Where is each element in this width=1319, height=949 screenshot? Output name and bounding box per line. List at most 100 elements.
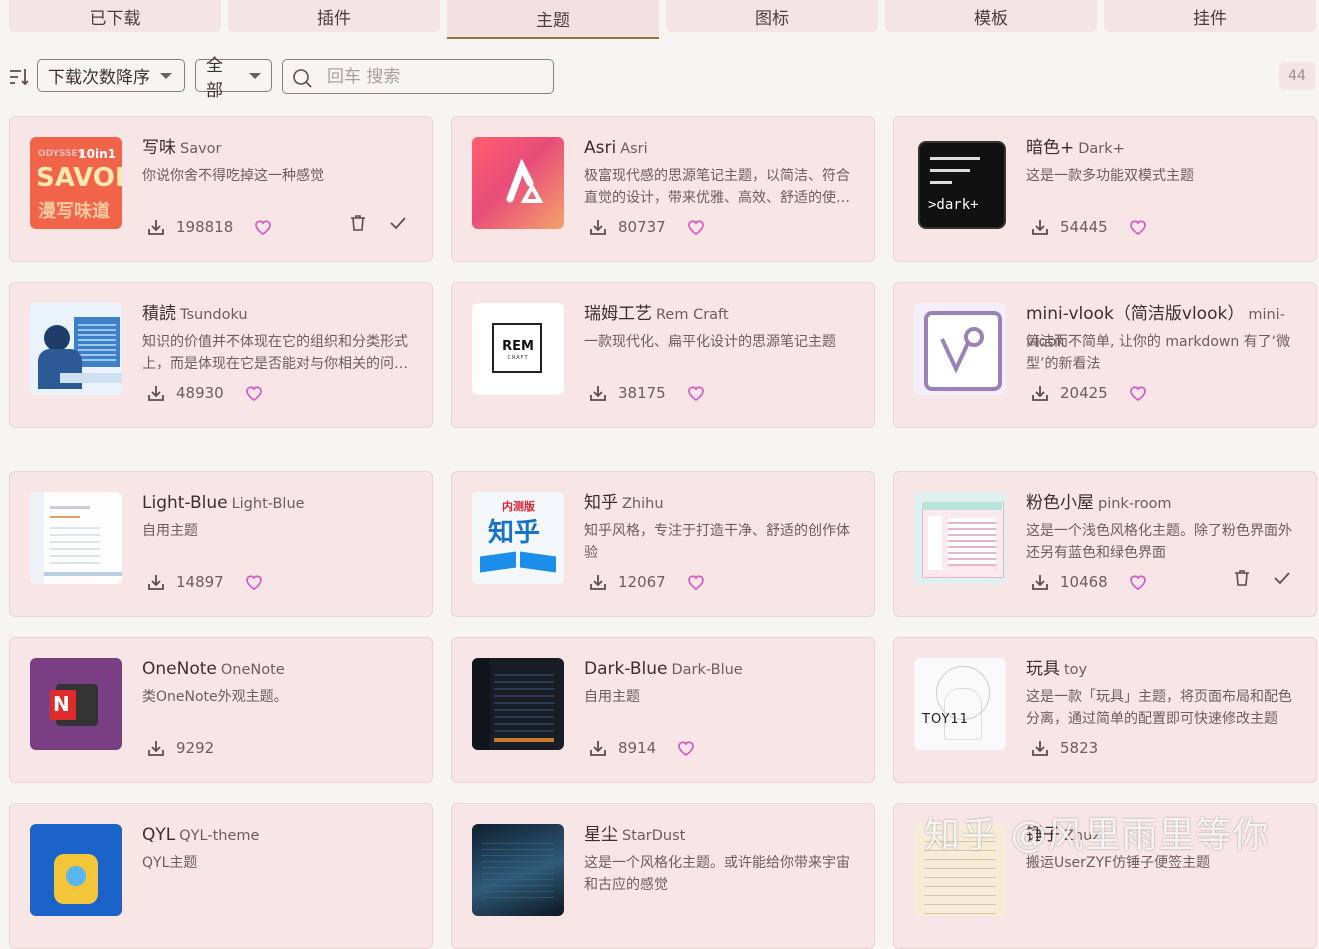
theme-meta: 48930 [146,381,264,405]
theme-meta: 54445 [1030,215,1148,239]
download-icon [146,383,166,403]
theme-card[interactable]: TOY11 玩具 toy 这是一款「玩具」主题，将页面布局和配色分离，通过简单的配置即… [893,637,1317,783]
theme-subtitle: Dark+ [1078,141,1125,157]
theme-name: 粉色小屋 [1026,493,1094,513]
theme-card[interactable]: 星尘 StarDust 这是一个风格化主题。或许能给你带来宇宙和古应的感觉 [451,803,875,949]
theme-thumbnail [914,303,1006,395]
theme-description: 自用主题 [584,689,640,705]
download-count: 8914 [618,739,657,757]
heart-icon[interactable] [1128,383,1148,403]
theme-title: 積読 Tsundoku [142,301,418,328]
heart-icon[interactable] [244,383,264,403]
download-icon [1030,738,1050,758]
heart-icon[interactable] [1128,217,1148,237]
filter-select-value: 全部 [206,55,223,101]
theme-meta: 12067 [588,570,706,594]
theme-thumbnail [30,492,122,584]
theme-title: 玩具 toy [1026,656,1302,683]
tab-themes[interactable]: 主题 [447,0,659,39]
download-icon [146,738,166,758]
theme-subtitle: Rem Craft [656,307,729,323]
theme-description: 知乎风格，专注于打造干净、舒适的创作体验 [584,523,850,561]
theme-subtitle: Asri [620,141,648,157]
theme-card[interactable]: Light-Blue Light-Blue 自用主题 14897 [9,471,433,617]
theme-meta: 198818 [146,215,273,239]
tab-plugins[interactable]: 插件 [228,0,440,32]
theme-description: 这是一款多功能双模式主题 [1026,168,1194,184]
chevron-down-icon [160,72,172,79]
theme-name: QYL [142,825,176,845]
heart-icon[interactable] [686,572,706,592]
download-icon [1030,383,1050,403]
theme-name: OneNote [142,659,217,679]
theme-name: Light-Blue [142,493,228,513]
theme-card[interactable]: Asri Asri 极富现代感的思源笔记主题，以简洁、符合直觉的设计，带来优雅、高效… [451,116,875,262]
theme-description: 知识的价值并不体现在它的组织和分类形式上，而是体现在它是否能对与你相关的问题做出… [142,334,408,372]
theme-card[interactable]: Dark-Blue Dark-Blue 自用主题 8914 [451,637,875,783]
theme-description: 这是一个浅色风格化主题。除了粉色界面外还另有蓝色和绿色界面 [1026,523,1292,561]
theme-card[interactable]: 内测版 知乎 知乎 Zhihu 知乎风格，专注于打造干净、舒适的创作体验 12067 [451,471,875,617]
theme-card[interactable]: mini-vlook（简洁版vlook） mini-vlook 简洁而不简单, 让你… [893,282,1317,428]
search-icon [293,69,312,88]
sort-select[interactable]: 下载次数降序 [37,59,185,92]
theme-thumbnail [914,492,1006,584]
theme-subtitle: Dark-Blue [671,662,743,678]
download-icon [146,572,166,592]
theme-subtitle: Savor [180,141,222,157]
theme-thumbnail [30,824,122,916]
heart-icon[interactable] [244,572,264,592]
download-icon [146,217,166,237]
theme-meta: 80737 [588,215,706,239]
download-count: 20425 [1060,384,1108,402]
theme-subtitle: Light-Blue [231,496,305,512]
sort-icon[interactable] [8,66,30,88]
heart-icon[interactable] [676,738,696,758]
theme-card[interactable]: REM CRAFT 瑞姆工艺 Rem Craft 一款现代化、扁平化设计的思源笔记主题 3… [451,282,875,428]
theme-description: 一款现代化、扁平化设计的思源笔记主题 [584,334,836,350]
heart-icon[interactable] [1128,572,1148,592]
theme-meta: 9292 [146,736,214,760]
download-icon [588,572,608,592]
search-box [282,59,554,94]
theme-title: Dark-Blue Dark-Blue [584,656,860,683]
theme-thumbnail: N [30,658,122,750]
theme-card[interactable]: QYL QYL-theme QYL主题 [9,803,433,949]
download-count: 80737 [618,218,666,236]
theme-title: OneNote OneNote [142,656,418,683]
download-count: 48930 [176,384,224,402]
theme-description: QYL主题 [142,855,198,871]
theme-title: 写味 Savor [142,135,418,162]
theme-title: 知乎 Zhihu [584,490,860,517]
theme-description: 简洁而不简单, 让你的 markdown 有了‘微型’的新看法 [1026,334,1291,372]
theme-meta: 38175 [588,381,706,405]
theme-meta: 20425 [1030,381,1148,405]
theme-meta: 5823 [1030,736,1098,760]
tab-templates[interactable]: 模板 [885,0,1097,32]
theme-card[interactable]: N OneNote OneNote 类OneNote外观主题。 9292 [9,637,433,783]
trash-icon[interactable] [1232,568,1252,592]
search-input[interactable] [325,63,549,91]
theme-card[interactable]: ODYSSEY10in1SAVOR漫写味道写味Savor 你说你舍不得吃掉这一种感… [9,116,433,262]
theme-title: 粉色小屋 pink-room [1026,490,1302,517]
theme-description: 极富现代感的思源笔记主题，以简洁、符合直觉的设计，带来优雅、高效、舒适的使用体验 [584,168,850,206]
theme-name: 知乎 [584,493,618,513]
download-icon [1030,572,1050,592]
check-icon[interactable] [388,213,408,237]
result-count-badge: 44 [1279,62,1315,90]
toolbar: 下载次数降序 全部 44 [0,56,1319,101]
tab-widgets[interactable]: 挂件 [1104,0,1316,32]
theme-card[interactable]: >dark+ 暗色+ Dark+ 这是一款多功能双模式主题 54445 [893,116,1317,262]
tab-icons[interactable]: 图标 [666,0,878,32]
theme-card[interactable]: 積読 Tsundoku 知识的价值并不体现在它的组织和分类形式上，而是体现在它是否能… [9,282,433,428]
heart-icon[interactable] [686,217,706,237]
trash-icon[interactable] [348,213,368,237]
theme-card[interactable]: 粉色小屋 pink-room 这是一个浅色风格化主题。除了粉色界面外还另有蓝色和绿色… [893,471,1317,617]
tab-downloaded[interactable]: 已下载 [9,0,221,32]
theme-subtitle: pink-room [1098,496,1172,512]
heart-icon[interactable] [686,383,706,403]
theme-title: Asri Asri [584,135,860,162]
theme-title: 星尘 StarDust [584,822,860,849]
check-icon[interactable] [1272,568,1292,592]
heart-icon[interactable] [253,217,273,237]
filter-select[interactable]: 全部 [195,56,272,101]
